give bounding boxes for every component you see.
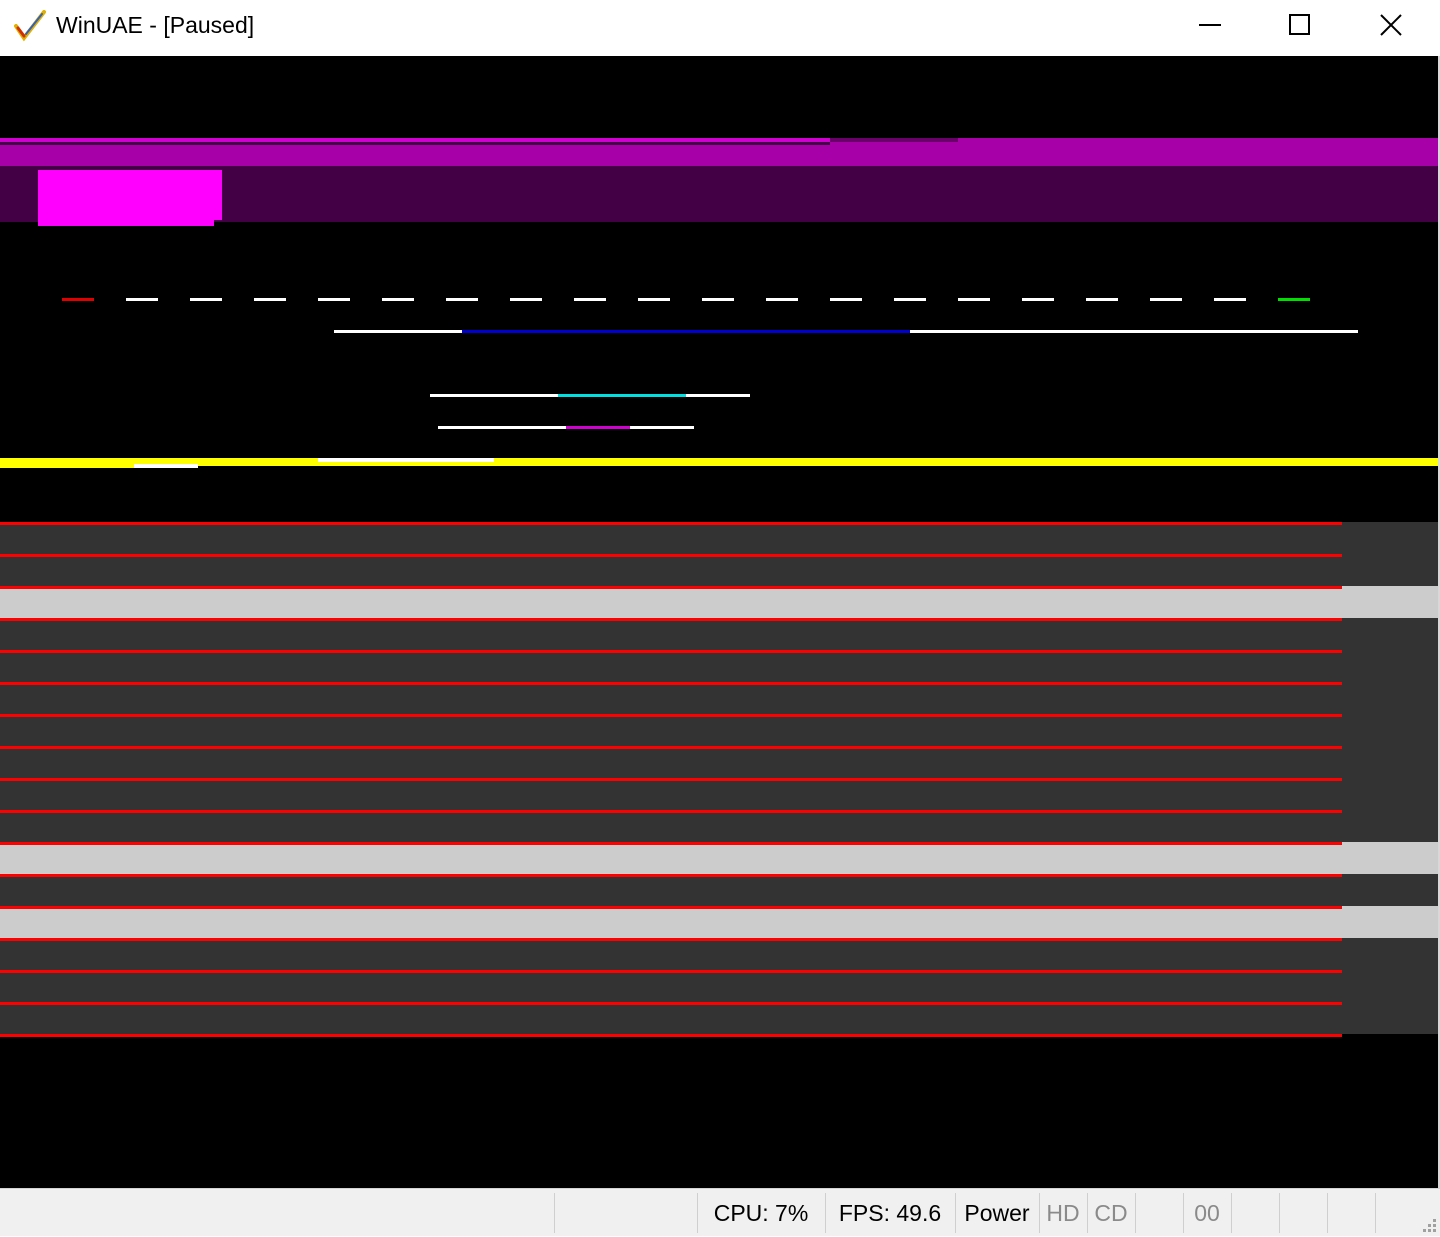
white-line-left <box>438 426 566 429</box>
grey-band <box>0 746 1438 778</box>
dash-segment <box>1278 298 1310 301</box>
cyan-line <box>558 394 686 397</box>
blue-line <box>462 330 910 333</box>
red-line <box>0 842 1342 845</box>
fps-counter: FPS: 49.6 <box>838 1200 942 1226</box>
red-line <box>0 906 1342 909</box>
resize-grip-icon[interactable] <box>1418 1214 1438 1234</box>
magenta-block-bright-bottom <box>38 220 214 226</box>
dash-segment <box>1150 298 1182 301</box>
red-line <box>0 1034 1342 1037</box>
magenta-band-mid <box>0 142 1438 166</box>
close-icon <box>1380 14 1402 36</box>
grey-band <box>0 778 1438 810</box>
red-line <box>0 586 1342 589</box>
cpu-usage: CPU: 7% <box>713 1200 809 1226</box>
dash-segment <box>318 298 350 301</box>
dash-segment <box>574 298 606 301</box>
emulator-display[interactable] <box>0 56 1438 1188</box>
white-line-left <box>334 330 462 333</box>
status-separator <box>1375 1193 1376 1233</box>
red-line <box>0 1002 1342 1005</box>
dash-segment <box>894 298 926 301</box>
magenta-block-bright <box>38 170 222 220</box>
dash-segment <box>126 298 158 301</box>
red-line <box>0 522 1342 525</box>
cd-led[interactable]: CD <box>1088 1189 1134 1236</box>
minimize-button[interactable] <box>1165 0 1255 50</box>
grey-band <box>0 618 1438 650</box>
grey-band <box>0 810 1438 842</box>
white-line-left <box>430 394 558 397</box>
white-line-right <box>686 394 750 397</box>
grey-band <box>0 714 1438 746</box>
grey-band <box>0 938 1438 970</box>
maximize-icon <box>1289 14 1310 35</box>
status-separator <box>1327 1193 1328 1233</box>
dash-segment <box>1086 298 1118 301</box>
grey-band <box>0 650 1438 682</box>
grey-band <box>0 906 1438 938</box>
red-line <box>0 746 1342 749</box>
dash-segment <box>1022 298 1054 301</box>
red-line <box>0 554 1342 557</box>
dash-segment <box>766 298 798 301</box>
red-line <box>0 778 1342 781</box>
grey-band <box>0 1002 1438 1034</box>
window-title: WinUAE - [Paused] <box>56 12 255 38</box>
minimize-icon <box>1199 24 1221 26</box>
grey-band <box>0 874 1438 906</box>
red-line <box>0 650 1342 653</box>
title-bar[interactable]: WinUAE - [Paused] <box>0 0 1440 56</box>
status-bar: CPU: 7% FPS: 49.6 Power HD CD 00 <box>0 1188 1440 1236</box>
winuae-checkmark-icon <box>12 8 48 44</box>
red-line <box>0 970 1342 973</box>
maximize-button[interactable] <box>1255 0 1345 50</box>
red-line <box>0 714 1342 717</box>
white-line-right <box>910 330 1358 333</box>
dash-segment <box>830 298 862 301</box>
dash-segment <box>958 298 990 301</box>
status-separator <box>1231 1193 1232 1233</box>
status-separator <box>1279 1193 1280 1233</box>
status-separator <box>1135 1193 1136 1233</box>
yellow-line <box>0 458 1438 466</box>
dash-segment <box>62 298 94 301</box>
grey-band <box>0 554 1438 586</box>
drive-track-indicator[interactable]: 00 <box>1184 1189 1230 1236</box>
dash-segment <box>254 298 286 301</box>
white-segment-low <box>134 464 198 468</box>
dash-segment <box>1214 298 1246 301</box>
red-line <box>0 874 1342 877</box>
status-separator <box>554 1193 555 1233</box>
grey-band <box>0 970 1438 1002</box>
red-line <box>0 810 1342 813</box>
white-line-right <box>630 426 694 429</box>
red-line <box>0 682 1342 685</box>
dash-segment <box>510 298 542 301</box>
dash-segment <box>702 298 734 301</box>
red-line <box>0 938 1342 941</box>
white-segment-high <box>318 458 494 462</box>
hd-led[interactable]: HD <box>1040 1189 1086 1236</box>
grey-band <box>0 522 1438 554</box>
magenta-line <box>566 426 630 429</box>
power-led[interactable]: Power <box>956 1189 1038 1236</box>
red-line <box>0 618 1342 621</box>
dash-segment <box>638 298 670 301</box>
close-button[interactable] <box>1346 0 1436 50</box>
black-gap <box>0 466 134 468</box>
dash-segment <box>190 298 222 301</box>
grey-band <box>0 842 1438 874</box>
grey-band <box>0 586 1438 618</box>
grey-band <box>0 682 1438 714</box>
dash-segment <box>382 298 414 301</box>
magenta-band-thin-stripe <box>0 142 830 145</box>
dash-segment <box>446 298 478 301</box>
